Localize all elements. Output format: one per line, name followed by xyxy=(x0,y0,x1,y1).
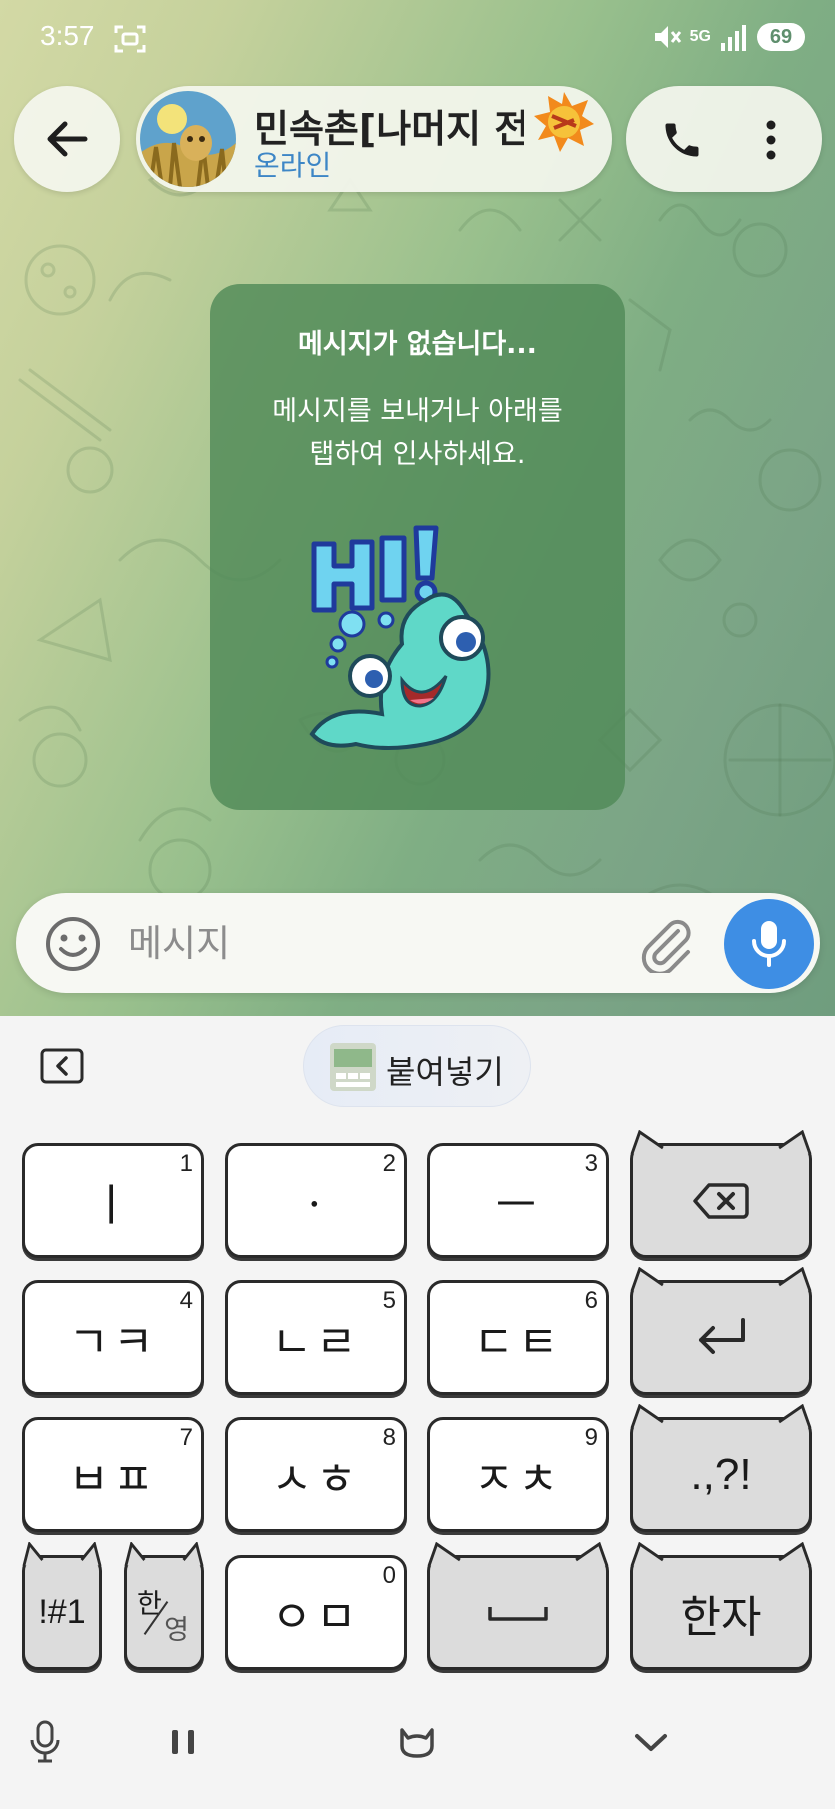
avatar[interactable] xyxy=(140,91,236,187)
key-number: 9 xyxy=(584,1424,598,1451)
phone-icon xyxy=(665,123,699,157)
key-0[interactable]: ㅇㅁ 0 xyxy=(225,1555,407,1670)
hanja-label: 한자 xyxy=(680,1591,762,1643)
message-input[interactable] xyxy=(128,911,628,975)
key-label: ㅡ xyxy=(495,1179,541,1231)
microphone-icon xyxy=(752,921,786,967)
key-8[interactable]: ㅅㅎ 8 xyxy=(225,1417,407,1532)
keyboard: 붙여넣기 ㅣ1 ㆍ2 ㅡ3 ㄱㅋ 4 ㄴㄹ 5 ㄷㅌ 6 ㅂㅍ 7 ㅅㅎ 8 ㅈㅊ 9 .,… xyxy=(0,1016,835,1809)
enter-icon xyxy=(699,1317,745,1354)
space-icon xyxy=(488,1606,548,1621)
hide-keyboard-button[interactable] xyxy=(626,1720,676,1764)
symbols-label: !#1 xyxy=(38,1593,86,1631)
key-number: 3 xyxy=(584,1150,598,1177)
key-label: ㅈㅊ xyxy=(473,1453,563,1505)
empty-chat-description-line2: 탭하여 인사하세요. xyxy=(309,439,526,470)
attach-button[interactable] xyxy=(638,915,694,976)
empty-chat-description-line1: 메시지를 보내거나 아래를 xyxy=(272,396,563,427)
key-2[interactable]: ㆍ2 xyxy=(225,1143,407,1258)
channel-logo-sticker-icon xyxy=(532,88,596,156)
key-label: ㄷㅌ xyxy=(473,1316,563,1368)
enter-key[interactable] xyxy=(630,1267,812,1395)
call-button[interactable] xyxy=(652,112,712,168)
key-label: ㅣ xyxy=(90,1179,136,1231)
key-label: ㄱㅋ xyxy=(68,1316,158,1368)
message-composer xyxy=(16,893,820,993)
key-number: 5 xyxy=(382,1287,396,1314)
key-1[interactable]: ㅣ1 xyxy=(22,1143,204,1258)
key-number: 0 xyxy=(382,1562,396,1589)
voice-message-button[interactable] xyxy=(724,899,814,989)
space-key[interactable] xyxy=(427,1542,609,1670)
empty-chat-title: 메시지가 없습니다... xyxy=(298,329,537,360)
cat-icon xyxy=(400,1728,434,1758)
back-button[interactable] xyxy=(14,86,120,192)
key-5[interactable]: ㄴㄹ 5 xyxy=(225,1280,407,1395)
paperclip-icon xyxy=(641,919,691,976)
key-7[interactable]: ㅂㅍ 7 xyxy=(22,1417,204,1532)
keyboard-toolbar-toggle[interactable] xyxy=(40,1046,84,1086)
more-vertical-icon xyxy=(766,120,776,160)
paste-label: 붙여넣기 xyxy=(386,1053,504,1091)
key-3[interactable]: ㅡ3 xyxy=(427,1143,609,1258)
mute-icon xyxy=(654,26,681,48)
key-label: ㆍ xyxy=(293,1179,339,1231)
key-label: ㅂㅍ xyxy=(68,1453,158,1505)
signal-icon xyxy=(721,25,746,51)
more-options-button[interactable] xyxy=(746,112,796,168)
backspace-key[interactable] xyxy=(630,1130,812,1258)
key-6[interactable]: ㄷㅌ 6 xyxy=(427,1280,609,1395)
key-label: ㅅㅎ xyxy=(271,1453,361,1505)
key-number: 7 xyxy=(179,1424,193,1451)
key-number: 8 xyxy=(382,1424,396,1451)
clipboard-thumbnail-icon xyxy=(330,1043,376,1091)
empty-chat-description: 메시지를 보내거나 아래를 탭하여 인사하세요. xyxy=(240,390,595,476)
pause-icon xyxy=(172,1730,194,1754)
punctuation-key[interactable]: .,?! xyxy=(630,1404,812,1532)
hi-greeting-sticker[interactable] xyxy=(306,524,536,768)
paste-clipboard-button[interactable]: 붙여넣기 xyxy=(303,1025,531,1107)
key-4[interactable]: ㄱㅋ 4 xyxy=(22,1280,204,1395)
key-label: ㄴㄹ xyxy=(271,1316,361,1368)
network-type: 5G xyxy=(689,28,711,45)
emoji-icon xyxy=(46,917,100,971)
online-status: 온라인 xyxy=(254,149,332,182)
hanja-key[interactable]: 한자 xyxy=(630,1542,812,1670)
voice-input-icon xyxy=(30,1720,60,1763)
status-icons: 5G 69 xyxy=(652,22,805,52)
key-number: 6 xyxy=(584,1287,598,1314)
screenshot-indicator-icon xyxy=(114,24,146,58)
key-number: 1 xyxy=(179,1150,193,1177)
english-label: 영 xyxy=(164,1615,189,1646)
back-arrow-icon xyxy=(47,121,88,157)
backspace-icon xyxy=(693,1182,749,1219)
key-9[interactable]: ㅈㅊ 9 xyxy=(427,1417,609,1532)
status-time: 3:57 xyxy=(40,20,95,51)
keyboard-collapse-icon xyxy=(40,1048,84,1084)
battery-level: 69 xyxy=(757,23,805,51)
voice-input-button[interactable] xyxy=(20,1720,70,1764)
empty-chat-card: 메시지가 없습니다... 메시지를 보내거나 아래를 탭하여 인사하세요. xyxy=(210,284,625,810)
chat-info-header[interactable]: 민속촌[나머지 전부 온라인 xyxy=(136,86,612,192)
symbols-key[interactable]: !#1 xyxy=(22,1542,102,1670)
language-toggle-key[interactable]: 한 영 xyxy=(124,1542,204,1670)
emoji-button[interactable] xyxy=(44,915,102,973)
key-label: ㅇㅁ xyxy=(271,1591,361,1643)
key-number: 4 xyxy=(179,1287,193,1314)
chevron-down-icon xyxy=(635,1734,667,1751)
pause-button[interactable] xyxy=(158,1720,208,1764)
header-actions xyxy=(626,86,822,192)
theme-button[interactable] xyxy=(392,1720,442,1764)
key-number: 2 xyxy=(382,1150,396,1177)
punctuation-label: .,?! xyxy=(690,1449,752,1499)
chat-area: 3:57 5G 69 민속촌[나머지 전부 온라인 xyxy=(0,0,835,1016)
